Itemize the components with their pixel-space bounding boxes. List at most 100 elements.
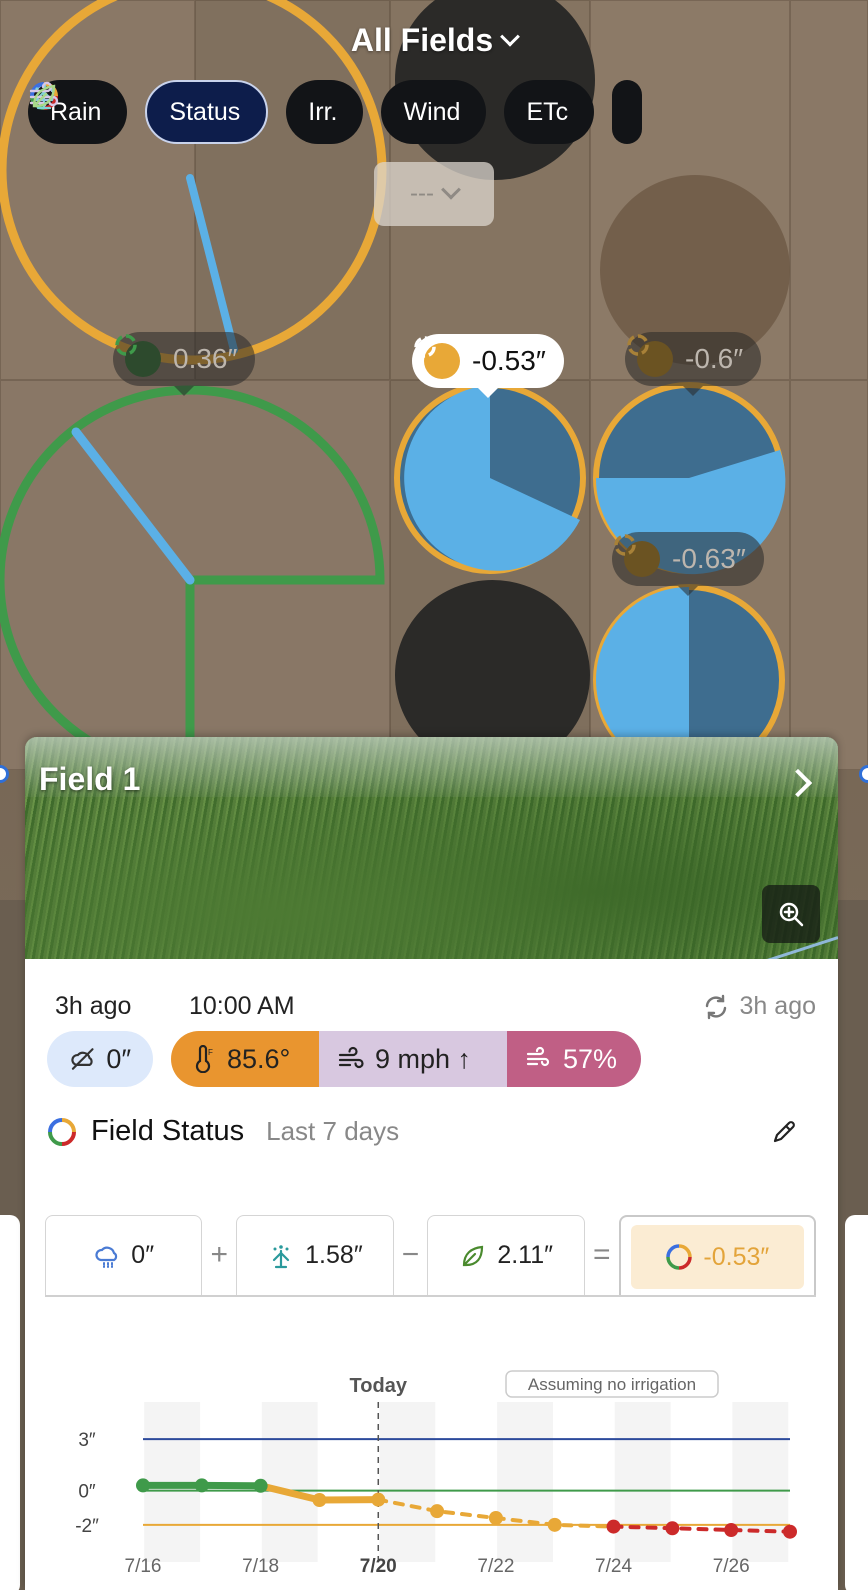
- data-point: [488, 1511, 503, 1525]
- layer-chip-etc[interactable]: ETc: [32, 80, 595, 144]
- wind-value: 9 mph ↑: [375, 1043, 472, 1074]
- last-updated[interactable]: 3h ago: [702, 992, 816, 1021]
- y-tick-label: -2″: [75, 1516, 99, 1537]
- status-ring-icon: [666, 1244, 693, 1270]
- equation-result-chip: -0.53″: [630, 1225, 804, 1289]
- layer-chip-status[interactable]: Status: [30, 80, 269, 144]
- data-point: [312, 1493, 327, 1507]
- field-status-value: -0.53″: [472, 345, 546, 376]
- layer-chip-wind[interactable]: Wind: [29, 80, 487, 144]
- field-status-range: Last 7 days: [266, 1116, 400, 1146]
- refresh-icon: [705, 994, 726, 1019]
- data-point: [136, 1478, 150, 1493]
- x-tick-label: 7/20: [360, 1556, 397, 1577]
- layer-chip-label: ETc: [526, 97, 569, 126]
- status-ring-icon: [627, 334, 673, 377]
- day-band: [497, 1402, 553, 1562]
- layer-chip-label: Status: [169, 97, 241, 126]
- equation-rain-value: 0″: [131, 1241, 155, 1269]
- timestamp-row: 3h ago 10:00 AM 3h ago: [55, 992, 816, 1021]
- data-point: [253, 1478, 268, 1493]
- sprinkler-icon: [273, 1244, 290, 1268]
- y-tick-label: 3″: [78, 1430, 96, 1451]
- status-ring-icon: [414, 336, 460, 379]
- y-tick-label: 0″: [78, 1482, 96, 1503]
- humidity-value: 57%: [563, 1043, 618, 1074]
- field-status-label[interactable]: -0.63″: [612, 532, 764, 596]
- data-point: [724, 1523, 739, 1537]
- annotation-label: Assuming no irrigation: [528, 1375, 696, 1394]
- thermometer-icon: F: [195, 1045, 213, 1073]
- equation-result-value: -0.53″: [703, 1242, 770, 1271]
- equals-operator: =: [593, 1238, 611, 1271]
- variable-dropdown[interactable]: ---: [374, 162, 494, 226]
- wind-icon: [338, 1046, 364, 1069]
- weather-combo-pill[interactable]: F 85.6° 9 mph ↑ 57%: [171, 1031, 641, 1087]
- field-status-value: -0.63″: [672, 543, 746, 574]
- data-point: [430, 1504, 445, 1519]
- pivot-arm: [71, 427, 195, 585]
- water-balance-equation: 0″ + 1.58″ − 2.11″ = -0.53″: [45, 1215, 816, 1297]
- day-band: [261, 1402, 318, 1562]
- layer-chip-label: Wind: [403, 97, 461, 126]
- updated-age: 3h ago: [739, 992, 816, 1020]
- minus-operator: −: [401, 1238, 420, 1271]
- leaf-cycle-icon: [463, 1245, 484, 1266]
- x-tick-label: 7/24: [595, 1556, 632, 1577]
- x-tick-label: 7/18: [242, 1556, 279, 1577]
- humidity-segment: 57%: [507, 1031, 641, 1087]
- data-point: [547, 1517, 562, 1532]
- layer-chip-more[interactable]: [612, 80, 643, 144]
- rain-age: 3h ago: [55, 992, 132, 1020]
- x-tick-label: 7/22: [477, 1556, 514, 1577]
- field-status-label-selected[interactable]: -0.53″: [412, 334, 564, 398]
- equation-irrigation-value: 1.58″: [305, 1241, 363, 1269]
- status-ring-icon: [115, 334, 161, 377]
- field-name: Field 1: [39, 761, 141, 797]
- wind-segment: 9 mph ↑: [319, 1031, 507, 1087]
- equation-irrigation[interactable]: 1.58″: [236, 1215, 394, 1295]
- pencil-icon[interactable]: [770, 1118, 798, 1146]
- equation-result[interactable]: -0.53″: [618, 1215, 816, 1295]
- svg-text:F: F: [208, 1048, 213, 1057]
- field-status-value: -0.6″: [685, 343, 744, 374]
- page-title: All Fields: [350, 22, 494, 58]
- zoom-in-button[interactable]: [762, 885, 820, 943]
- field-photo[interactable]: Field 1: [25, 737, 838, 959]
- pivot-pie-field-1[interactable]: [394, 382, 586, 574]
- rain-pill[interactable]: 0″: [47, 1031, 153, 1087]
- adjacent-card-right[interactable]: [845, 1215, 868, 1590]
- pivot-arm: [186, 174, 238, 354]
- layer-chip-row: Rain Status Irr. Wind ETc: [28, 80, 643, 144]
- chevron-down-icon: [500, 26, 521, 47]
- data-point: [371, 1492, 386, 1507]
- data-point: [194, 1478, 209, 1493]
- chevron-right-icon[interactable]: [783, 768, 813, 798]
- field-group-selector[interactable]: All Fields: [0, 22, 868, 59]
- data-point: [606, 1519, 621, 1534]
- chevron-down-icon: [441, 179, 461, 200]
- status-ring-icon: [614, 534, 660, 577]
- field-status-label[interactable]: 0.36″: [113, 332, 256, 396]
- day-band: [614, 1402, 671, 1562]
- equation-etc-value: 2.11″: [497, 1241, 553, 1269]
- layer-chip-irrigation[interactable]: Irr.: [34, 80, 364, 144]
- data-point: [783, 1524, 797, 1539]
- leaf-cycle-icon: [32, 84, 56, 108]
- weather-time: 10:00 AM: [189, 992, 295, 1020]
- weather-pills: 0″ F 85.6° 9 mph ↑ 57%: [47, 1031, 641, 1087]
- x-tick-label: 7/26: [713, 1556, 750, 1577]
- adjacent-card-left[interactable]: [0, 1215, 20, 1590]
- field-status-label[interactable]: -0.6″: [625, 332, 762, 396]
- field-status-title: Field Status: [91, 1115, 245, 1147]
- zoom-in-icon: [779, 902, 804, 927]
- humidity-wind-icon: [526, 1046, 550, 1067]
- temperature-value: 85.6°: [227, 1043, 291, 1074]
- dropdown-value: ---: [410, 180, 434, 207]
- today-label: Today: [350, 1375, 408, 1397]
- equation-etc[interactable]: 2.11″: [427, 1215, 585, 1295]
- day-band: [732, 1402, 789, 1562]
- equation-rain[interactable]: 0″: [45, 1215, 203, 1295]
- field-status-chart[interactable]: 3″ 0″ -2″ Today Assuming no irrigation 7/1…: [25, 1327, 838, 1590]
- field-status-value: 0.36″: [173, 343, 238, 374]
